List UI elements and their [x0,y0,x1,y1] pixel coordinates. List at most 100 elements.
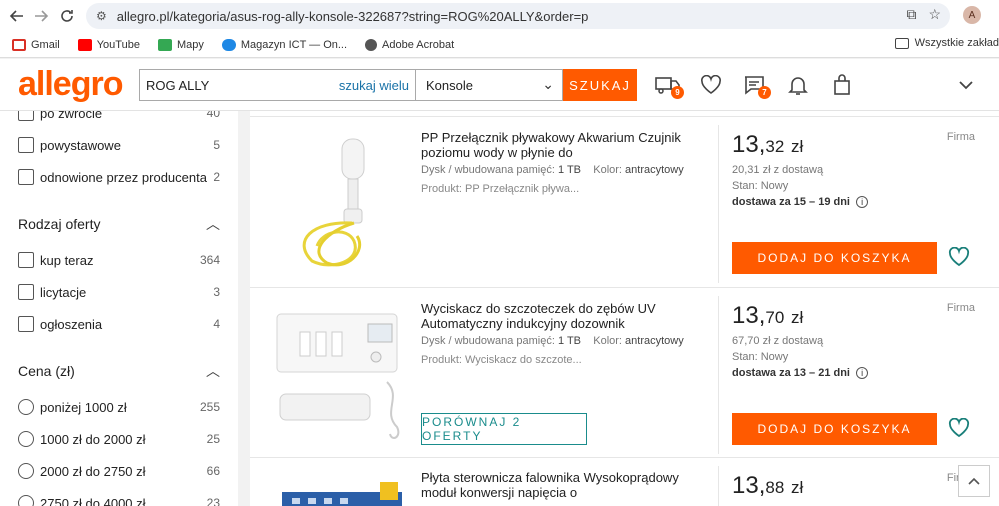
filter-price-3[interactable]: 2000 zł do 2750 zł 66 [18,461,220,481]
filter-odnowione[interactable]: odnowione przez producenta 2 [18,167,220,187]
site-header: allegro ROG ALLY szukaj wielu Konsole ⌄ … [0,59,999,111]
messages-icon[interactable]: 7 [741,73,771,99]
checkbox[interactable] [18,252,34,268]
bookmark-label: Adobe Acrobat [382,38,455,51]
messages-badge: 7 [758,86,771,99]
checkbox[interactable] [18,316,34,332]
site-settings-icon[interactable]: ⚙ [96,9,107,23]
price-heading[interactable]: Cena (zł) ︿ [18,361,220,381]
attr-value: 1 TB [557,335,581,347]
product-image[interactable] [272,472,412,506]
search-input[interactable]: ROG ALLY szukaj wielu [139,69,415,101]
bookmark-star-icon[interactable]: ☆ [928,6,941,23]
profile-avatar[interactable]: A [963,6,981,24]
filter-label: poniżej 1000 zł [40,399,127,415]
heart-icon[interactable] [948,246,970,269]
filter-label: odnowione przez producenta [40,169,207,185]
filter-powystawowe[interactable]: powystawowe 5 [18,135,220,155]
radio[interactable] [18,463,34,479]
compare-offers-button[interactable]: PORÓWNAJ 2 OFERTY [421,413,587,445]
bell-icon[interactable] [784,73,812,97]
radio[interactable] [18,495,34,506]
attr-value: 1 TB [557,164,581,176]
filter-count: 364 [199,253,220,267]
filter-count: 4 [213,317,220,331]
filter-price-4[interactable]: 2750 zł do 4000 zł 23 [18,493,220,506]
seller-type: Firma [946,302,975,314]
add-to-cart-button[interactable]: DODAJ DO KOSZYKA [732,242,937,274]
chevron-up-icon: ︿ [206,216,220,232]
filter-count: 25 [206,432,220,446]
checkbox[interactable] [18,284,34,300]
install-app-icon[interactable]: ⧉ [906,6,916,23]
condition: Stan: Nowy [732,180,789,192]
filter-count: 2 [213,170,220,184]
chevron-up-icon: ︿ [206,363,220,379]
price-currency: zł [790,308,804,327]
price: 13,70 zł [732,302,803,330]
listing-product[interactable]: Produkt: PP Przełącznik pływa... [421,183,579,195]
folder-icon [894,37,909,49]
maps-icon [157,38,172,51]
bookmark-youtube[interactable]: YouTube [77,38,140,51]
bookmark-label: Gmail [31,38,60,51]
heart-icon[interactable] [697,73,725,97]
bookmark-gmail[interactable]: Gmail [12,38,60,51]
checkbox[interactable] [18,169,34,185]
checkbox[interactable] [18,137,34,153]
search-multi-link[interactable]: szukaj wielu [339,78,409,93]
info-icon[interactable]: i [856,196,869,208]
account-chevron-icon[interactable] [952,73,980,97]
radio[interactable] [18,399,34,415]
info-icon[interactable]: i [856,367,869,379]
price-currency: zł [790,137,804,156]
filter-price-2[interactable]: 1000 zł do 2000 zł 25 [18,429,220,449]
listing-title[interactable]: Wyciskacz do szczoteczek do zębów UV Aut… [421,301,711,331]
bookmark-magazyn-ict[interactable]: Magazyn ICT — On... [221,38,347,51]
filter-count: 255 [199,400,220,414]
offer-type-heading[interactable]: Rodzaj oferty ︿ [18,214,220,234]
listing-results: PP Przełącznik pływakowy Akwarium Czujni… [250,111,999,506]
filter-label: kup teraz [40,252,94,268]
reload-icon[interactable] [52,1,82,31]
filter-ogloszenia[interactable]: ogłoszenia 4 [18,314,220,334]
category-select[interactable]: Konsole ⌄ [415,69,563,101]
price-cents: 32 [765,137,785,156]
browser-toolbar: ⚙ allegro.pl/kategoria/asus-rog-ally-kon… [0,0,999,32]
divider [718,466,719,506]
divider [718,296,719,454]
product-image[interactable] [272,131,412,271]
radio[interactable] [18,431,34,447]
price-main: 13, [732,302,766,329]
bookmark-adobe-acrobat[interactable]: Adobe Acrobat [365,38,455,51]
attr-value: antracytowy [625,335,684,347]
bookmark-mapy[interactable]: Mapy [157,38,204,51]
scroll-to-top-button[interactable] [958,465,990,497]
filter-po-zwrocie[interactable]: po zwrocie 40 [18,111,220,123]
search-button[interactable]: SZUKAJ [563,69,637,101]
listing-product[interactable]: Produkt: Wyciskacz do szczote... [421,354,582,366]
seller-type: Firma [946,131,975,143]
all-bookmarks-label: Wszystkie zakład [914,37,999,49]
globe-icon [365,38,378,51]
filter-kup-teraz[interactable]: kup teraz 364 [18,250,220,270]
listing-title[interactable]: PP Przełącznik pływakowy Akwarium Czujni… [421,130,711,160]
delivery-time: dostawa za 13 – 21 dni i [732,367,869,379]
shopping-bag-icon[interactable] [828,73,856,97]
address-bar[interactable]: ⚙ allegro.pl/kategoria/asus-rog-ally-kon… [86,3,950,29]
filter-price-1[interactable]: poniżej 1000 zł 255 [18,397,220,417]
listing-title[interactable]: Płyta sterownicza falownika Wysokoprądow… [421,470,711,500]
heart-icon[interactable] [948,417,970,440]
all-bookmarks[interactable]: Wszystkie zakład [894,37,999,49]
divider [718,125,719,283]
attr-label: Dysk / wbudowana pamięć: [421,164,555,176]
delivery-truck-icon[interactable]: 9 [654,73,684,99]
add-to-cart-button[interactable]: DODAJ DO KOSZYKA [732,413,937,445]
allegro-logo[interactable]: allegro [18,65,123,104]
product-image[interactable] [272,302,412,442]
filter-count: 5 [213,138,220,152]
filter-licytacje[interactable]: licytacje 3 [18,282,220,302]
listing-attributes: Dysk / wbudowana pamięć: 1 TB Kolor: ant… [421,335,684,347]
filter-label: 1000 zł do 2000 zł [40,431,146,447]
checkbox[interactable] [18,111,34,121]
